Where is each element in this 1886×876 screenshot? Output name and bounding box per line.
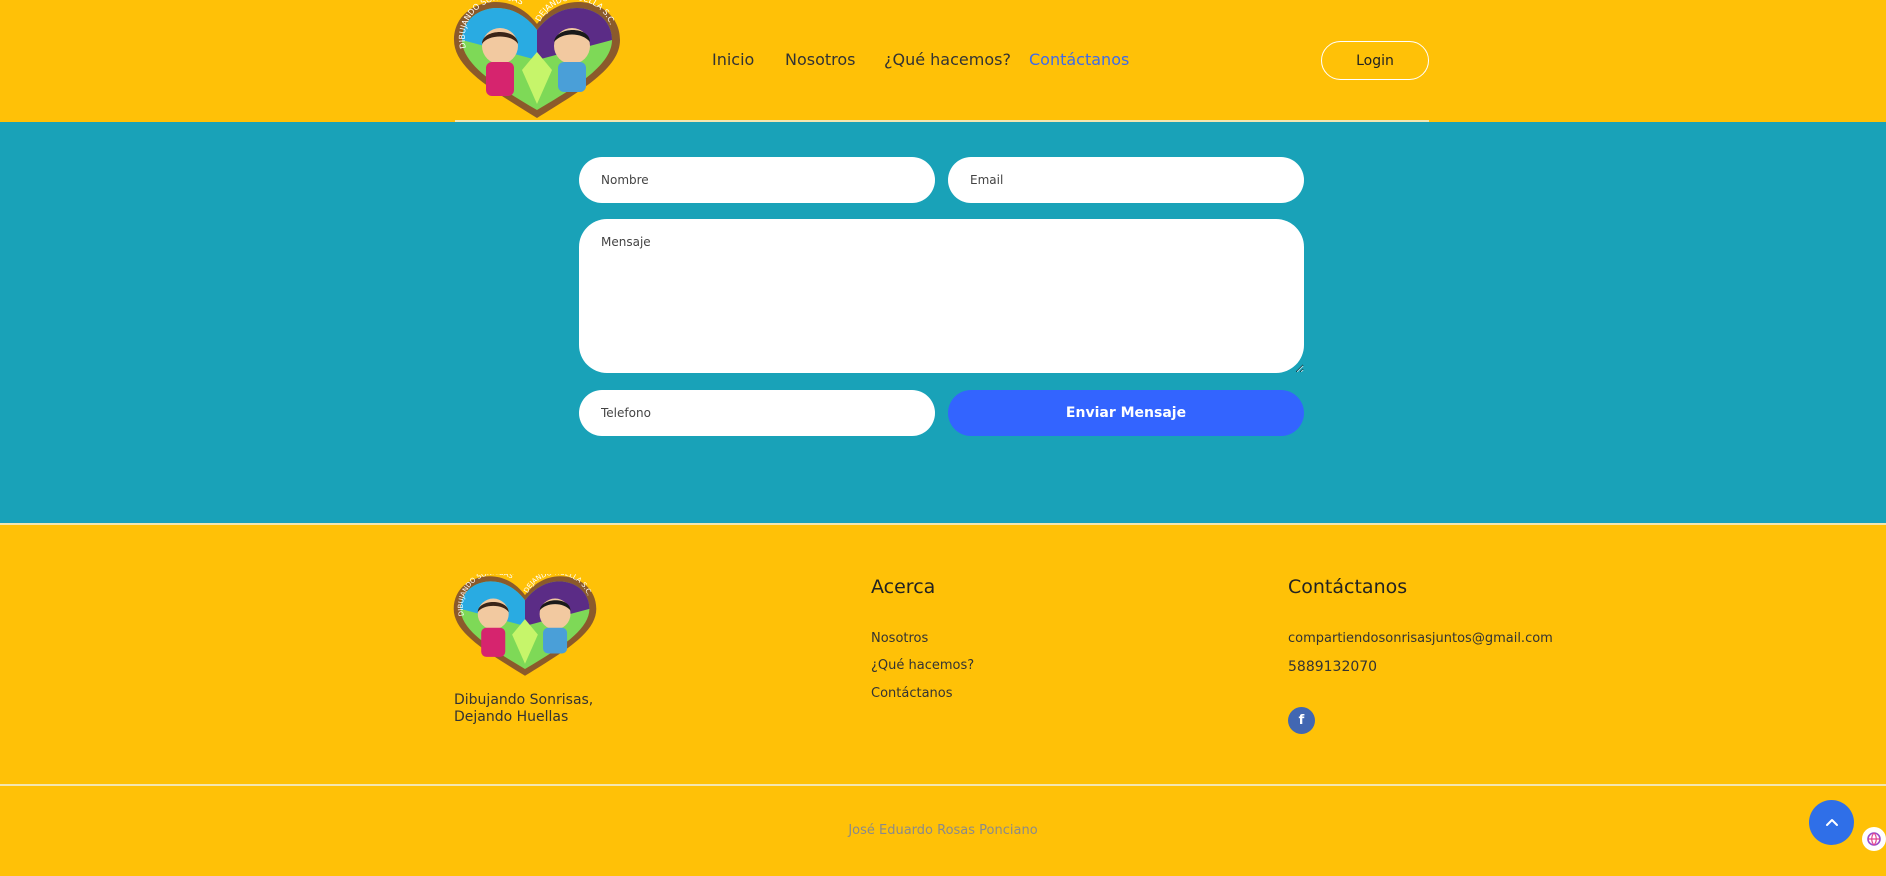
- footer-contact-title: Contáctanos: [1288, 576, 1408, 598]
- tagline-line-1: Dibujando Sonrisas,: [454, 692, 594, 708]
- nav-que-hacemos[interactable]: ¿Qué hacemos?: [884, 50, 1011, 69]
- extension-globe-icon[interactable]: [1862, 827, 1886, 851]
- chevron-up-icon: [1825, 818, 1838, 826]
- nombre-input[interactable]: [579, 157, 935, 203]
- enviar-mensaje-button[interactable]: Enviar Mensaje: [948, 390, 1304, 436]
- nav-nosotros[interactable]: Nosotros: [785, 50, 856, 69]
- mensaje-textarea[interactable]: [579, 219, 1304, 373]
- footer-logo-image: DIBUJANDO SONRISAS DEJANDO HUELLA S.C.: [453, 574, 597, 676]
- footer-tagline: Dibujando Sonrisas, Dejando Huellas: [454, 692, 593, 726]
- login-button[interactable]: Login: [1321, 41, 1429, 80]
- scroll-to-top-button[interactable]: [1809, 800, 1854, 845]
- telefono-input[interactable]: [579, 390, 935, 436]
- tagline-line-2: Dejando Huellas: [454, 709, 569, 725]
- footer-link-contactanos[interactable]: Contáctanos: [871, 686, 953, 701]
- facebook-icon[interactable]: f: [1288, 707, 1315, 734]
- nav-inicio[interactable]: Inicio: [712, 50, 754, 69]
- contact-form-section: Enviar Mensaje: [0, 122, 1886, 523]
- nav-contactanos[interactable]: Contáctanos: [1029, 50, 1129, 69]
- copyright-text: José Eduardo Rosas Ponciano: [848, 823, 1038, 838]
- footer-top-divider: [0, 523, 1886, 525]
- footer-contact-phone: 5889132070: [1288, 659, 1378, 675]
- email-input[interactable]: [948, 157, 1304, 203]
- footer-contact-email[interactable]: compartiendosonrisasjuntos@gmail.com: [1288, 631, 1553, 646]
- footer-link-nosotros[interactable]: Nosotros: [871, 631, 928, 646]
- site-header: DIBUJANDO SONRISAS DEJANDO HUELLA S.C. I…: [0, 0, 1886, 121]
- logo-heart-image[interactable]: DIBUJANDO SONRISAS DEJANDO HUELLA S.C.: [452, 0, 622, 120]
- footer-bottom-divider: [0, 784, 1886, 786]
- footer-about-title: Acerca: [871, 576, 936, 598]
- globe-icon: [1867, 832, 1881, 846]
- footer-link-que-hacemos[interactable]: ¿Qué hacemos?: [871, 658, 974, 673]
